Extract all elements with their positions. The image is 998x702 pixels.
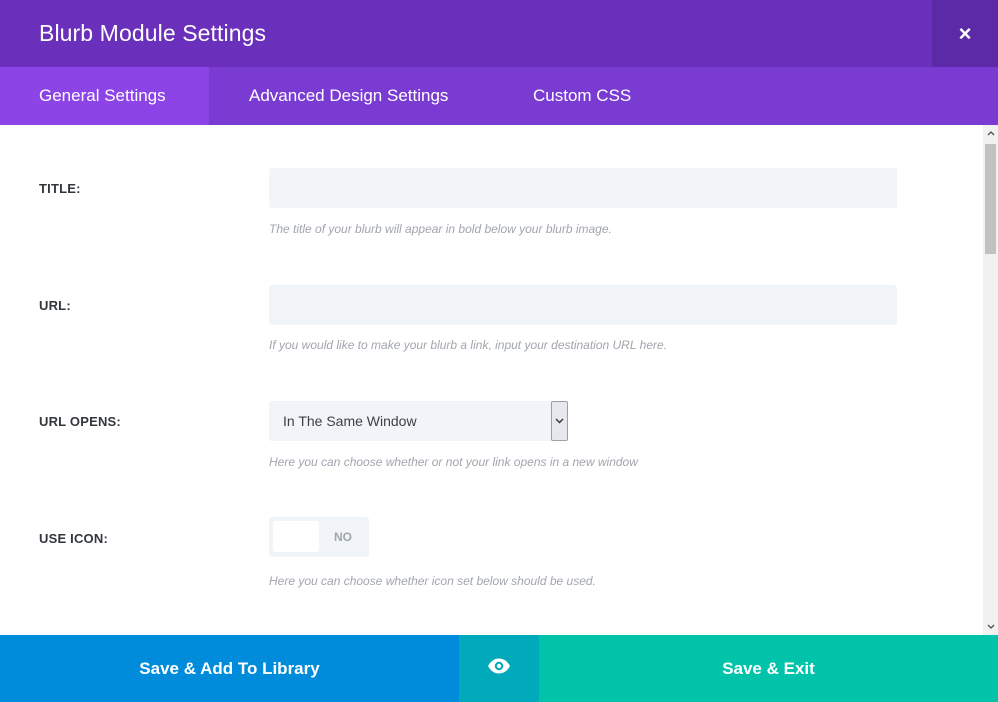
- content-scrollbar[interactable]: [983, 125, 998, 635]
- url-description: If you would like to make your blurb a l…: [269, 338, 667, 352]
- tab-general-settings[interactable]: General Settings: [0, 67, 209, 125]
- scrollbar-thumb[interactable]: [985, 144, 996, 254]
- title-label: TITLE:: [39, 181, 81, 196]
- settings-tabs: General Settings Advanced Design Setting…: [0, 67, 998, 125]
- url-label: URL:: [39, 298, 71, 313]
- modal-title: Blurb Module Settings: [39, 20, 267, 46]
- modal-footer: Save & Add To Library Save & Exit: [0, 635, 998, 702]
- url-opens-select[interactable]: In The Same Window: [269, 401, 568, 441]
- url-opens-description: Here you can choose whether or not your …: [269, 455, 638, 469]
- tab-advanced-design-settings[interactable]: Advanced Design Settings: [209, 67, 533, 125]
- tab-custom-css[interactable]: Custom CSS: [533, 67, 631, 125]
- preview-button[interactable]: [459, 635, 539, 702]
- url-opens-selected-value: In The Same Window: [283, 413, 417, 429]
- url-input[interactable]: [269, 285, 897, 325]
- toggle-state-label: NO: [334, 530, 352, 544]
- use-icon-description: Here you can choose whether icon set bel…: [269, 574, 596, 588]
- modal-header: Blurb Module Settings ×: [0, 0, 998, 67]
- scroll-down-arrow-icon[interactable]: [983, 618, 998, 635]
- module-settings-modal: Blurb Module Settings × General Settings…: [0, 0, 998, 702]
- close-icon[interactable]: ×: [932, 0, 998, 67]
- use-icon-toggle[interactable]: NO: [269, 517, 369, 557]
- eye-icon: [487, 658, 511, 679]
- url-opens-label: URL OPENS:: [39, 414, 121, 429]
- title-input[interactable]: [269, 168, 897, 208]
- title-description: The title of your blurb will appear in b…: [269, 222, 612, 236]
- save-add-to-library-button[interactable]: Save & Add To Library: [0, 635, 459, 702]
- toggle-knob[interactable]: [273, 521, 319, 552]
- scroll-up-arrow-icon[interactable]: [983, 125, 998, 142]
- chevron-down-icon[interactable]: [551, 401, 568, 441]
- settings-content: TITLE: The title of your blurb will appe…: [0, 125, 983, 635]
- use-icon-label: USE ICON:: [39, 531, 108, 546]
- save-and-exit-button[interactable]: Save & Exit: [539, 635, 998, 702]
